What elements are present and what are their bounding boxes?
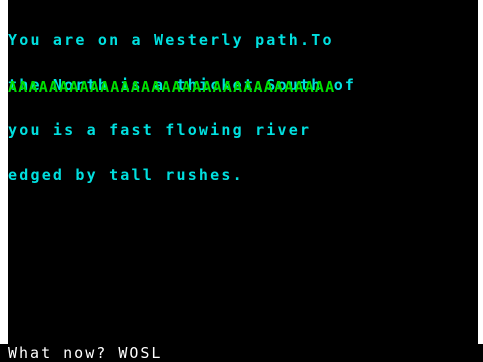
game-screen: You are on a Westerly path.To the North … [0,0,483,362]
description-line: edged by tall rushes. [8,166,244,184]
prompt-label: What now? [8,344,108,362]
command-prompt-row[interactable]: What now? WOSL [0,344,483,362]
command-input[interactable]: WOSL [118,344,162,362]
location-description: You are on a Westerly path.To the North … [8,3,478,213]
description-line: You are on a Westerly path.To [8,31,334,49]
command-prompt[interactable]: What now? WOSL [8,345,162,361]
right-border [478,0,483,350]
left-border [0,0,8,350]
separator-line: AAAAAAAAAAAAAAAAAAAAAAAAAAAAAAAA [8,79,336,95]
description-line: you is a fast flowing river [8,121,312,139]
